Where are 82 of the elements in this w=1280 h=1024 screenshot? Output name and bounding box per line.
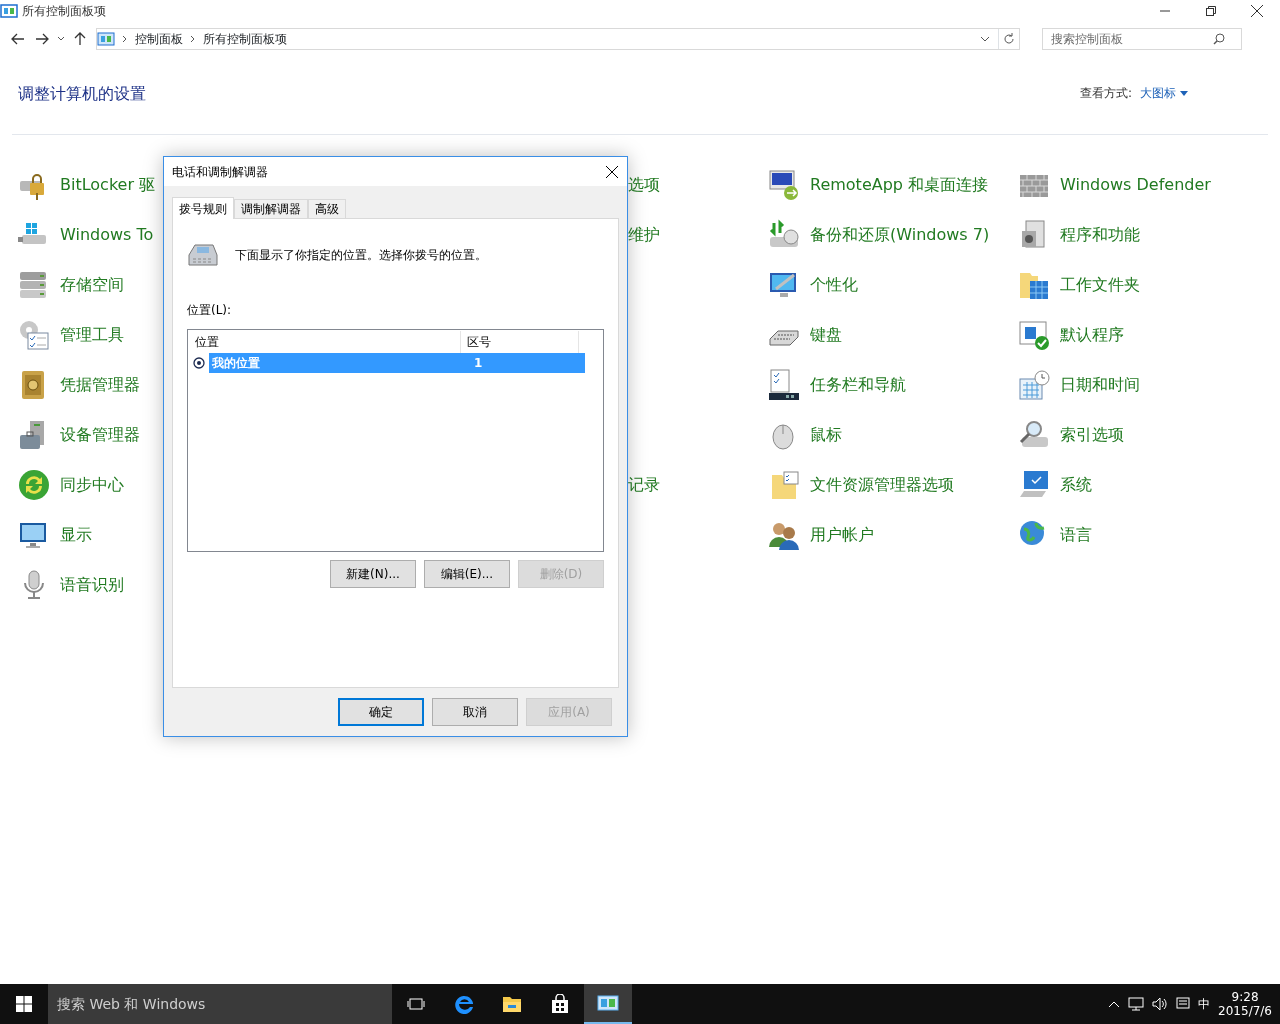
control-panel-icon <box>0 3 18 19</box>
control-panel-link[interactable]: BitLocker 驱 <box>60 173 156 197</box>
list-action-button[interactable]: 新建(N)... <box>330 560 416 588</box>
control-panel-link[interactable]: 记录 <box>628 473 660 497</box>
network-icon <box>1128 997 1145 1011</box>
control-panel-icon <box>97 32 115 46</box>
tab[interactable]: 调制解调器 <box>234 199 308 218</box>
control-panel-link[interactable]: 管理工具 <box>60 323 124 347</box>
control-panel-link[interactable]: 鼠标 <box>810 423 842 447</box>
telephone-icon <box>187 241 219 269</box>
folder-icon <box>502 994 522 1014</box>
control-panel-link[interactable]: 系统 <box>1060 473 1092 497</box>
control-panel-link[interactable]: RemoteApp 和桌面连接 <box>810 173 989 197</box>
sync-arrows-icon <box>18 469 50 501</box>
search-icon <box>1213 33 1225 45</box>
calendar-clock-icon <box>1018 369 1050 401</box>
caret-icon <box>57 36 65 42</box>
view-label: 查看方式: <box>1079 85 1132 102</box>
control-panel-link[interactable]: 程序和功能 <box>1060 223 1140 247</box>
control-panel-link[interactable]: 凭据管理器 <box>60 373 140 397</box>
caret-icon <box>1180 90 1188 96</box>
view-mode-dropdown[interactable]: 大图标 <box>1140 84 1188 102</box>
browser-e-icon <box>454 994 474 1014</box>
refresh-icon <box>1003 33 1015 45</box>
clock[interactable]: 9:28 2015/7/6 <box>1218 990 1272 1018</box>
control-panel-link[interactable]: 索引选项 <box>1060 423 1124 447</box>
control-panel-link[interactable]: 键盘 <box>810 323 842 347</box>
monitor-arrows-icon <box>768 169 800 201</box>
control-panel-link[interactable]: 维护 <box>628 223 660 247</box>
control-panel-link[interactable]: 用户帐户 <box>810 523 874 547</box>
breadcrumb[interactable]: 控制面板 <box>131 30 187 48</box>
control-panel-link[interactable]: 默认程序 <box>1060 323 1124 347</box>
back-arrow-icon <box>11 33 25 45</box>
search-field[interactable]: 搜索控制面板 <box>1042 28 1242 50</box>
shopping-bag-icon <box>550 994 570 1014</box>
dialog-button[interactable]: 确定 <box>338 698 424 726</box>
message-icon <box>1176 997 1191 1011</box>
list-label: 位置(L): <box>187 302 233 319</box>
dropdown-caret-icon <box>980 35 990 43</box>
breadcrumb[interactable]: 所有控制面板项 <box>199 30 291 48</box>
control-panel-link[interactable]: 设备管理器 <box>60 423 140 447</box>
window-title: 所有控制面板项 <box>22 3 107 20</box>
control-panel-link[interactable]: 日期和时间 <box>1060 373 1140 397</box>
close-icon <box>1251 5 1263 17</box>
tab[interactable]: 拨号规则 <box>172 197 234 219</box>
control-panel-link[interactable]: 语音识别 <box>60 573 124 597</box>
restore-icon <box>1206 6 1216 16</box>
taskbar-search-input[interactable]: 搜索 Web 和 Windows <box>48 992 392 1016</box>
control-panel-link[interactable]: 工作文件夹 <box>1060 273 1140 297</box>
control-panel-link[interactable]: 任务栏和导航 <box>810 373 906 397</box>
control-panel-link[interactable]: 备份和还原(Windows 7) <box>810 223 990 247</box>
task-view-icon <box>407 995 425 1013</box>
taskbar-checklist-icon <box>768 369 800 401</box>
page-heading: 调整计算机的设置 <box>18 83 146 105</box>
control-panel-link[interactable]: 选项 <box>628 173 660 197</box>
control-panel-link[interactable]: 语言 <box>1060 523 1092 547</box>
dialog-title: 电话和调制解调器 <box>172 163 268 181</box>
windows-logo-icon <box>16 996 32 1012</box>
taskbar-app-button[interactable] <box>584 984 632 1024</box>
address-bar[interactable]: 控制面板 所有控制面板项 <box>96 28 1020 50</box>
input-method-indicator[interactable]: 中 <box>1198 995 1211 1013</box>
list-row[interactable]: 我的位置 1 <box>209 353 585 373</box>
description-text: 下面显示了你指定的位置。选择你拨号的位置。 <box>235 247 487 264</box>
control-panel-link[interactable]: 存储空间 <box>60 273 124 297</box>
control-panel-link[interactable]: 同步中心 <box>60 473 124 497</box>
chevron-up-icon <box>1108 1000 1121 1008</box>
up-arrow-icon <box>74 32 86 46</box>
forward-arrow-icon <box>35 33 49 45</box>
list-action-button[interactable]: 编辑(E)... <box>424 560 510 588</box>
control-panel-link[interactable]: Windows Defender <box>1060 173 1211 197</box>
close-icon <box>606 165 618 178</box>
control-panel-link[interactable]: 文件资源管理器选项 <box>810 473 954 497</box>
control-panel-link[interactable]: 个性化 <box>810 273 858 297</box>
dialog-button[interactable]: 取消 <box>432 698 518 726</box>
taskbar-search-field[interactable]: 搜索 Web 和 Windows <box>48 984 392 1024</box>
control-panel-link[interactable]: 显示 <box>60 523 92 547</box>
control-panel-icon <box>597 994 619 1012</box>
window-check-icon <box>1018 319 1050 351</box>
tab[interactable]: 高级 <box>308 199 346 218</box>
checklist-gear-icon <box>18 319 50 351</box>
control-panel-link[interactable]: Windows To <box>60 223 154 247</box>
speaker-icon <box>1152 997 1169 1011</box>
